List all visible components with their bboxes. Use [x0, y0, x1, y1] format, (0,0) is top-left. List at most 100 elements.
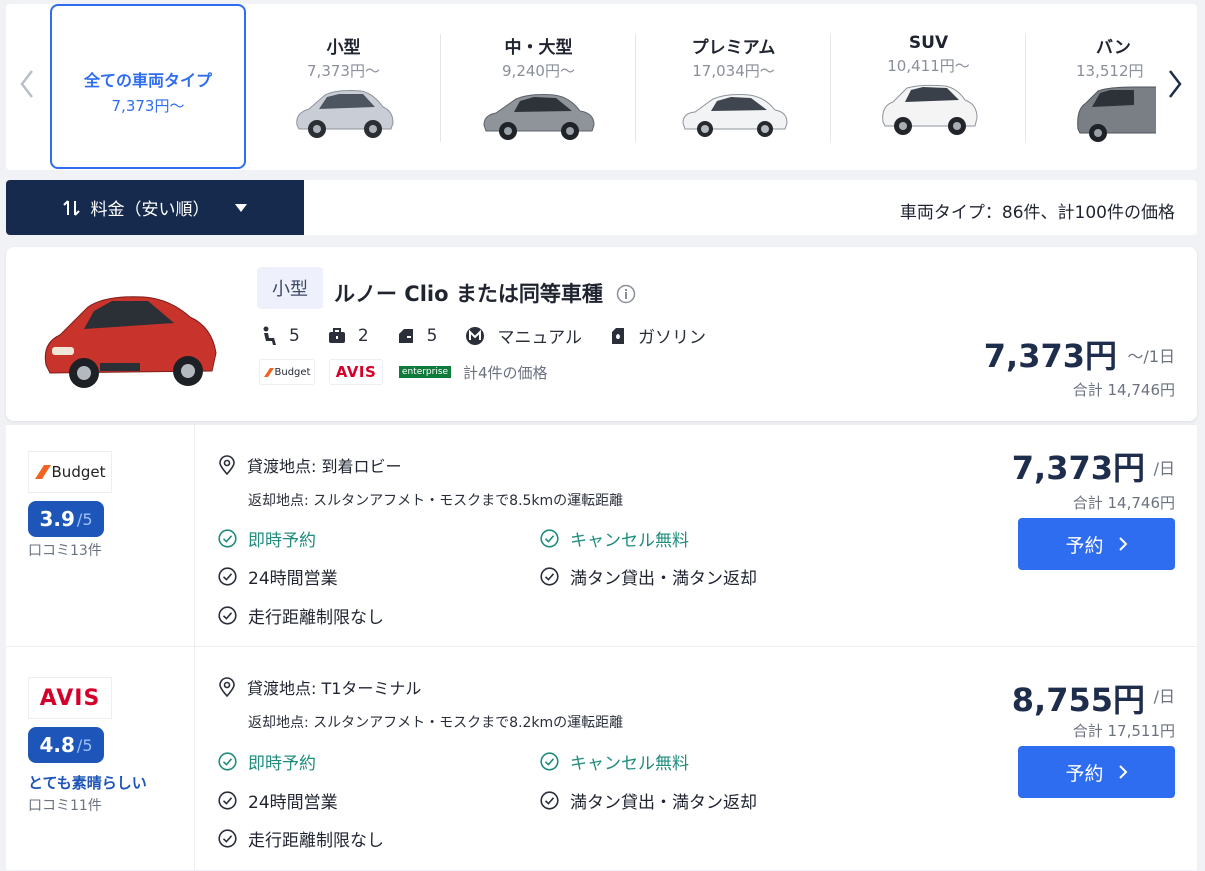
info-icon[interactable] — [616, 284, 636, 304]
chevron-left-icon — [20, 70, 33, 98]
category-name: 小型 — [326, 38, 361, 58]
book-button[interactable]: 予約 — [1018, 746, 1175, 798]
fuel-pump-icon — [611, 327, 624, 344]
doors-value: 5 — [426, 325, 438, 346]
feature-free-cancellation: キャンセル無料 — [540, 749, 689, 774]
feature-full-to-full: 満タン貸出・満タン返却 — [540, 788, 757, 813]
luggage-icon — [328, 327, 345, 343]
book-button[interactable]: 予約 — [1018, 518, 1175, 570]
check-circle-icon — [218, 567, 237, 586]
category-name: 中・大型 — [504, 38, 573, 58]
location-pin-icon — [219, 677, 235, 697]
offer-card: Budget 3.9/5 口コミ13件 貸渡地点: 到着ロビー 返却地点: スル… — [6, 424, 1197, 647]
check-circle-icon — [540, 529, 559, 548]
summary-price: 7,373円 — [983, 337, 1117, 375]
rating-badge: 4.8/5 — [28, 727, 104, 763]
check-circle-icon — [540, 791, 559, 810]
midsize-car-image — [482, 94, 595, 140]
doors-spec: 5 — [397, 325, 438, 346]
check-circle-icon — [218, 529, 237, 548]
car-summary-card[interactable]: 小型 ルノー Clio または同等車種 5 2 5 マニュアル ガソリン Bud… — [6, 247, 1197, 421]
sort-label: 料金（安い順） — [90, 200, 210, 220]
category-price: 7,373円～ — [111, 97, 185, 115]
category-price: 17,034円～ — [692, 62, 775, 80]
result-count: 車両タイプ：86件、計100件の価格 — [899, 203, 1175, 223]
category-name: SUV — [908, 33, 949, 53]
check-circle-icon — [218, 791, 237, 810]
category-compact[interactable]: 小型 7,373円～ — [246, 4, 441, 170]
category-tag: 小型 — [257, 267, 323, 309]
rating-max: /5 — [76, 735, 93, 755]
check-circle-icon — [218, 606, 237, 625]
review-count[interactable]: 口コミ13件 — [28, 540, 102, 560]
vendor-logo-row: Budget AVIS enterprise 計4件の価格 — [259, 359, 548, 385]
check-circle-icon — [540, 567, 559, 586]
pickup-location: 貸渡地点: T1ターミナル — [218, 675, 421, 699]
carousel-prev-button[interactable] — [12, 66, 42, 102]
door-icon — [398, 328, 413, 343]
budget-mark-icon — [34, 465, 51, 479]
offer-price-unit: /日 — [1153, 459, 1175, 478]
offer-card: AVIS 4.8/5 とても素晴らしい 口コミ11件 貸渡地点: T1ターミナル… — [6, 646, 1197, 871]
pickup-location: 貸渡地点: 到着ロビー — [218, 453, 401, 477]
caret-down-icon — [234, 203, 247, 212]
chevron-right-icon — [1169, 70, 1182, 98]
vehicle-type-carousel: 全ての車両タイプ 7,373円～ 小型 7,373円～ 中・大型 9,240円～… — [6, 4, 1197, 170]
category-van[interactable]: バン 13,512円 — [1026, 4, 1156, 170]
rating-label: とても素晴らしい — [28, 774, 147, 792]
offer-total: 合計 14,746円 — [1072, 494, 1175, 512]
sort-icon — [62, 199, 80, 216]
feature-free-cancellation: キャンセル無料 — [540, 526, 689, 551]
chevron-right-icon — [1118, 537, 1127, 551]
feature-unlimited-mileage: 走行距離制限なし — [218, 603, 384, 628]
rating-badge: 3.9/5 — [28, 501, 104, 537]
budget-mark-icon — [263, 367, 274, 377]
chevron-right-icon — [1118, 765, 1127, 779]
category-name: バン — [1096, 38, 1131, 58]
feature-24h: 24時間営業 — [218, 564, 338, 589]
offer-price: 8,755円 — [1011, 681, 1145, 719]
spec-list: 5 2 5 マニュアル ガソリン — [261, 323, 734, 348]
sort-dropdown[interactable]: 料金（安い順） — [6, 180, 304, 235]
feature-instant-booking: 即時予約 — [218, 526, 316, 551]
carousel-next-button[interactable] — [1160, 66, 1190, 102]
sort-bar: 料金（安い順） 車両タイプ：86件、計100件の価格 — [6, 180, 1197, 235]
transmission-spec: マニュアル — [465, 323, 582, 348]
category-price: 7,373円～ — [307, 62, 380, 80]
location-pin-icon — [219, 455, 235, 475]
review-count[interactable]: 口コミ11件 — [28, 795, 102, 815]
feature-instant-booking: 即時予約 — [218, 749, 316, 774]
manual-transmission-icon — [466, 326, 485, 345]
feature-full-to-full: 満タン貸出・満タン返却 — [540, 564, 757, 589]
budget-logo: Budget — [28, 451, 112, 493]
offer-total: 合計 17,511円 — [1072, 722, 1175, 740]
offer-price: 7,373円 — [1011, 449, 1145, 487]
avis-logo: AVIS — [28, 677, 112, 719]
compact-car-image — [295, 90, 394, 138]
return-location: 返却地点: スルタンアフメト・モスクまで8.5kmの運転距離 — [248, 493, 624, 509]
rating-score: 3.9 — [39, 507, 75, 531]
check-circle-icon — [218, 752, 237, 771]
enterprise-logo: enterprise — [397, 359, 453, 385]
summary-total: 合計 14,746円 — [1072, 381, 1175, 399]
category-all-vehicles[interactable]: 全ての車両タイプ 7,373円～ — [50, 4, 246, 169]
return-location: 返却地点: スルタンアフメト・モスクまで8.2kmの運転距離 — [248, 715, 624, 731]
seats-spec: 5 — [261, 326, 300, 346]
offer-count: 計4件の価格 — [463, 363, 548, 382]
category-suv[interactable]: SUV 10,411円～ — [831, 4, 1026, 170]
category-midsize[interactable]: 中・大型 9,240円～ — [441, 4, 636, 170]
avis-logo: AVIS — [329, 359, 383, 385]
category-price: 9,240円～ — [502, 62, 575, 80]
fuel-value: ガソリン — [637, 328, 706, 348]
van-car-image — [1077, 86, 1156, 142]
fuel-spec: ガソリン — [610, 323, 706, 348]
category-price: 13,512円 — [1076, 62, 1144, 80]
seat-icon — [263, 326, 276, 345]
seats-value: 5 — [289, 325, 300, 346]
category-premium[interactable]: プレミアム 17,034円～ — [636, 4, 831, 170]
rating-max: /5 — [76, 509, 93, 529]
budget-logo: Budget — [259, 359, 315, 385]
check-circle-icon — [540, 752, 559, 771]
car-title-text: ルノー Clio または同等車種 — [334, 282, 603, 306]
offer-price-unit: /日 — [1153, 687, 1175, 706]
